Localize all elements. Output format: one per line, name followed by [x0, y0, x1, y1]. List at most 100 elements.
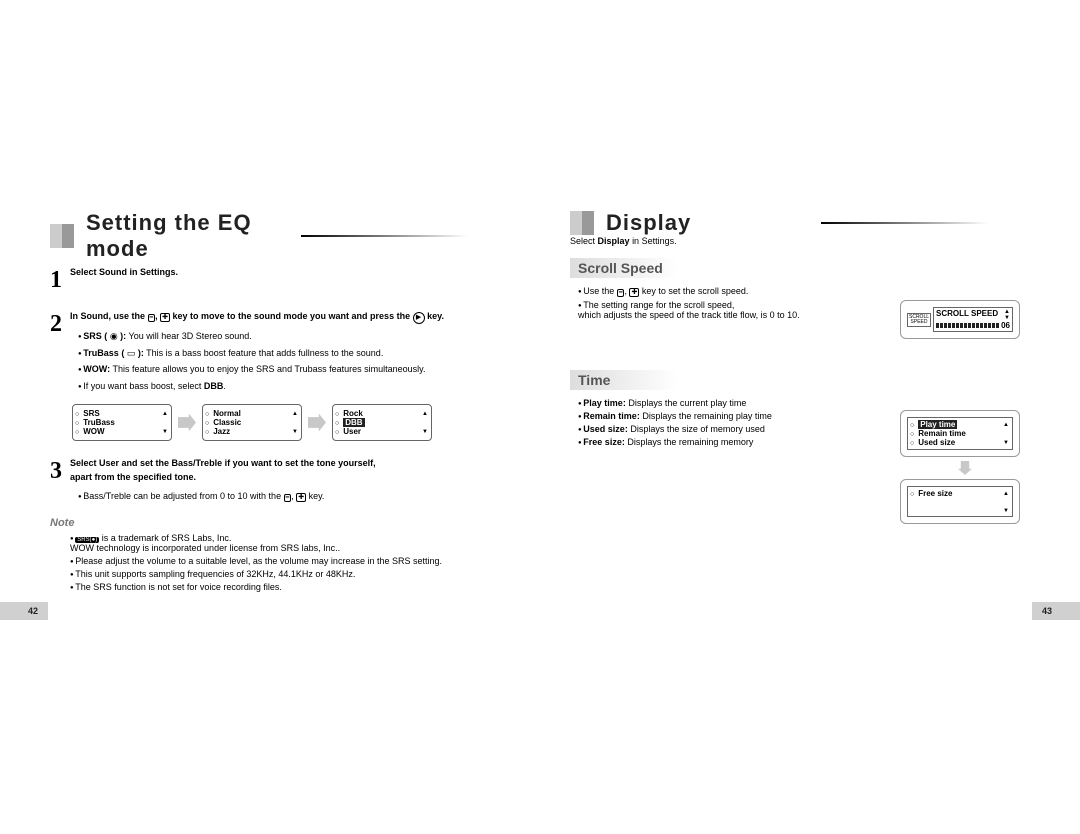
note-item: WOW technology is incorporated under lic…: [70, 543, 340, 553]
trubass-suffix: ):: [135, 348, 144, 358]
title-bar-right: Display: [570, 210, 1030, 236]
up-triangle-icon: ▲: [291, 411, 299, 417]
radio-icon: [910, 438, 916, 447]
menu-item-selected: DBB: [343, 418, 364, 427]
wow-label: WOW:: [83, 364, 110, 374]
time-label: Remain time:: [583, 411, 640, 421]
up-triangle-icon: ▲: [1002, 422, 1010, 428]
time-label: Play time:: [583, 398, 626, 408]
menu-item: User: [343, 427, 361, 436]
time-label: Free size:: [583, 437, 625, 447]
bassboost-text: If you want bass boost, select: [83, 381, 201, 391]
arrow-right-icon: [308, 414, 326, 432]
time-lcd: Play time▲ Remain time Used size▼ Free s…: [900, 410, 1030, 524]
note-item: Please adjust the volume to a suitable l…: [70, 556, 510, 566]
page-title: Display: [606, 210, 815, 236]
srs-symbol-icon: ◉: [110, 331, 118, 341]
title-rule: [301, 235, 510, 237]
updown-icon: ▲▼: [1004, 309, 1010, 321]
step-3-body: Select User and set the Bass/Treble if y…: [70, 453, 510, 507]
step-3-bullet-end: key.: [306, 491, 324, 501]
step-3-text-b: apart from the specified tone.: [70, 471, 510, 485]
lcd-item: Free size: [918, 489, 952, 498]
down-triangle-icon: ▼: [1002, 508, 1010, 514]
radio-icon: [910, 489, 916, 498]
eq-menu-3: Rock▲ DBB User▼: [332, 404, 432, 441]
trubass-text: This is a bass boost feature that adds f…: [146, 348, 383, 358]
title-bar-left: Setting the EQ mode: [50, 210, 510, 262]
step-number: 3: [50, 453, 70, 507]
title-marker-icon: [570, 211, 594, 235]
dbb-label: DBB: [204, 381, 224, 391]
menu-item: TruBass: [83, 418, 115, 427]
time-text: Displays the remaining play time: [642, 411, 772, 421]
step-2-text-a: In Sound, use the: [70, 311, 148, 321]
eq-menu-1: SRS ▲ TruBass WOW ▼: [72, 404, 172, 441]
intro-b: Display: [598, 236, 630, 246]
page-number: 42: [0, 602, 48, 620]
up-triangle-icon: ▲: [421, 411, 429, 417]
menu-item: Normal: [213, 409, 241, 418]
srs-suffix: ):: [118, 331, 127, 341]
radio-icon: [335, 427, 341, 436]
play-icon: [413, 311, 425, 321]
lcd-item-selected: Play time: [918, 420, 957, 429]
time-label: Used size:: [583, 424, 628, 434]
step-2-body: In Sound, use the , key to move to the s…: [70, 306, 510, 396]
step-2-bullets: SRS ( ◉ ): You will hear 3D Stereo sound…: [70, 330, 510, 393]
plus-icon: [160, 311, 170, 321]
note-item: This unit supports sampling frequencies …: [70, 569, 510, 579]
lcd-scroll-value: 06: [1001, 321, 1010, 330]
menu-item: Jazz: [213, 427, 230, 436]
intro-a: Select: [570, 236, 595, 246]
srs-text: You will hear 3D Stereo sound.: [129, 331, 252, 341]
radio-icon: [335, 418, 341, 427]
lcd-item: Used size: [918, 438, 955, 447]
eq-menu-flow: SRS▲ TruBass WOW▼ Normal▲ Classic Jazz▼ …: [72, 404, 510, 441]
scroll-b1-end: key to set the scroll speed.: [639, 286, 748, 296]
menu-item: SRS: [83, 409, 99, 418]
step-number: 2: [50, 306, 70, 396]
scroll-b2b: which adjusts the speed of the track tit…: [578, 310, 800, 320]
step-3-text-a: Select User and set the Bass/Treble if y…: [70, 457, 510, 471]
note-heading: Note: [50, 517, 510, 529]
radio-icon: [335, 409, 341, 418]
time-text: Displays the remaining memory: [627, 437, 753, 447]
notes-list: SRS(●) is a trademark of SRS Labs, Inc.W…: [62, 533, 510, 592]
radio-icon: [205, 409, 211, 418]
page-number: 43: [1032, 602, 1080, 620]
down-triangle-icon: ▼: [161, 429, 169, 435]
page-43: Display Select Display in Settings. Scro…: [540, 210, 1080, 595]
scroll-bar-icon: [936, 323, 1000, 328]
step-2: 2 In Sound, use the , key to move to the…: [50, 306, 510, 396]
time-text: Displays the size of memory used: [630, 424, 765, 434]
step-3-bullets: Bass/Treble can be adjusted from 0 to 10…: [70, 490, 510, 504]
up-triangle-icon: ▲: [161, 411, 169, 417]
note-item: is a trademark of SRS Labs, Inc.: [102, 533, 232, 543]
scroll-speed-heading: Scroll Speed: [570, 258, 750, 278]
scroll-b1: Use the: [583, 286, 617, 296]
plus-icon: [296, 491, 306, 501]
scroll-speed-lcd: SCROLLSPEED SCROLL SPEED▲▼ 06: [900, 300, 1030, 339]
intro-c: in Settings.: [632, 236, 677, 246]
menu-item: WOW: [83, 427, 104, 436]
time-text: Displays the current play time: [628, 398, 746, 408]
step-3: 3 Select User and set the Bass/Treble if…: [50, 453, 510, 507]
step-1-text: Select Sound in Settings.: [70, 262, 510, 298]
time-heading: Time: [570, 370, 750, 390]
menu-item: Rock: [343, 409, 363, 418]
radio-icon: [910, 420, 916, 429]
arrow-right-icon: [178, 414, 196, 432]
srs-label: SRS (: [83, 331, 110, 341]
page-title: Setting the EQ mode: [86, 210, 295, 262]
down-triangle-icon: ▼: [1002, 440, 1010, 446]
step-3-bullet-text: Bass/Treble can be adjusted from 0 to 10…: [83, 491, 283, 501]
title-marker-icon: [50, 224, 74, 248]
trubass-label: TruBass (: [83, 348, 127, 358]
scroll-b2a: The setting range for the scroll speed,: [583, 300, 734, 310]
display-intro: Select Display in Settings.: [570, 236, 1030, 246]
plus-icon: [629, 286, 639, 296]
radio-icon: [75, 418, 81, 427]
lcd-scroll-label: SCROLL SPEED: [936, 309, 998, 321]
radio-icon: [910, 429, 916, 438]
